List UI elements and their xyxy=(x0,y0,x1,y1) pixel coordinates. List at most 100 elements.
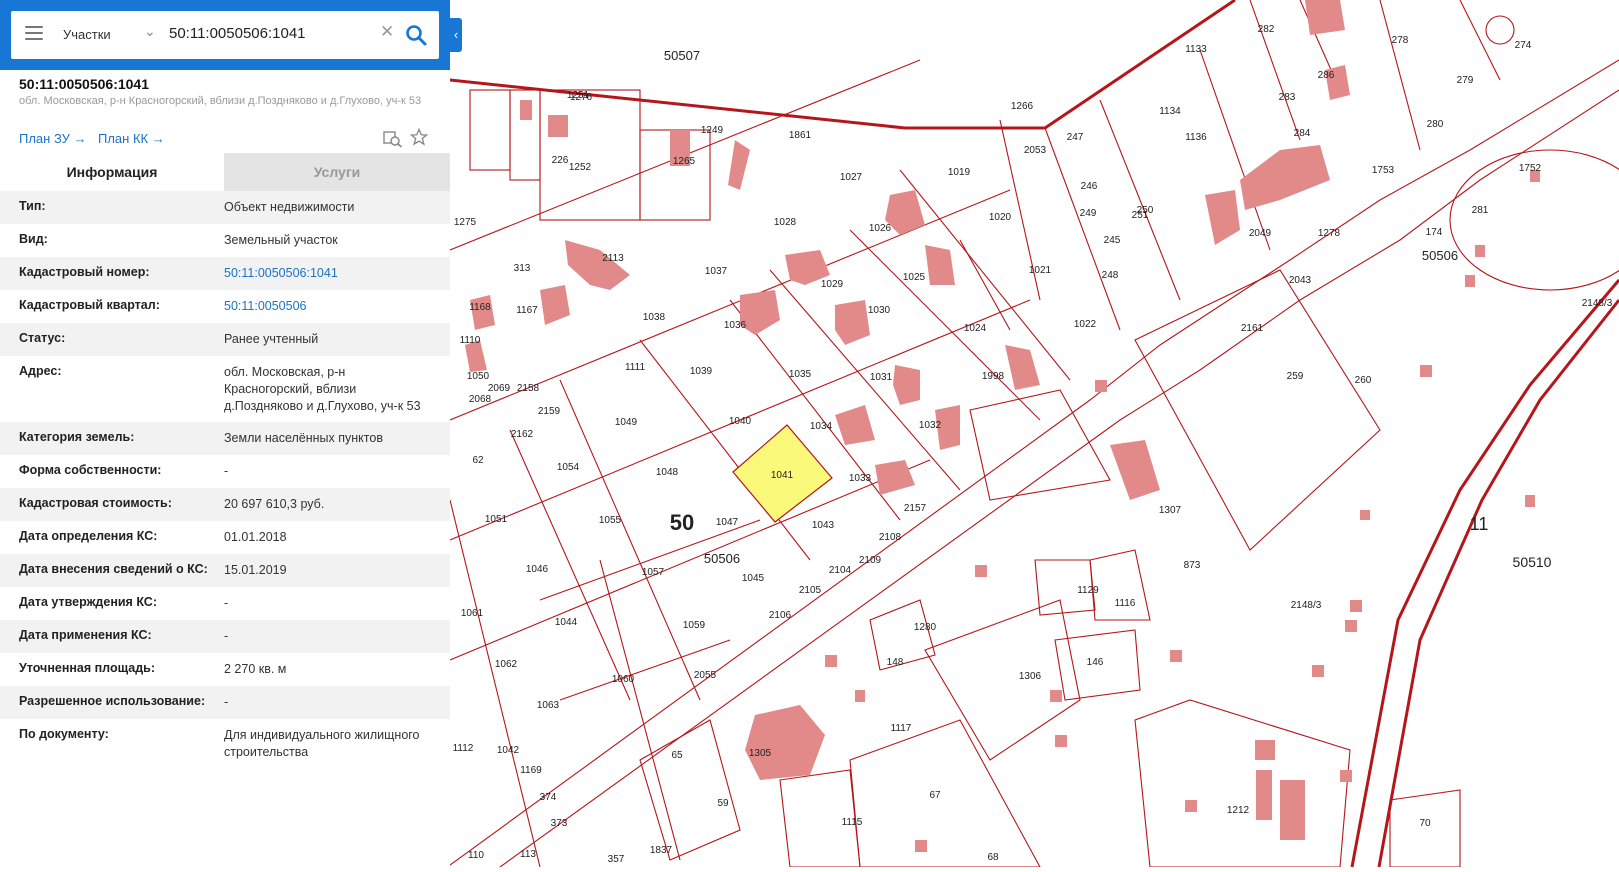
plot-label: 1136 xyxy=(1185,132,1207,143)
zoom-to-object-icon[interactable] xyxy=(383,130,403,153)
plot-label: 226 xyxy=(552,155,569,166)
plot-label: 313 xyxy=(514,263,531,274)
plot-label: 1035 xyxy=(789,369,812,380)
plot-label: 249 xyxy=(1080,208,1097,219)
row-kind: Вид: Земельный участок xyxy=(0,224,450,257)
search-type-select[interactable]: Участки xyxy=(63,27,111,42)
plan-kk-link[interactable]: План КК → xyxy=(98,131,165,146)
plot-label: 373 xyxy=(551,818,568,829)
row-label: Дата внесения сведений о КС: xyxy=(19,562,208,576)
row-value: обл. Московская, р-н Красногорский, вбли… xyxy=(224,365,421,413)
plot-label: 1059 xyxy=(683,620,706,631)
plot-label: 1043 xyxy=(812,520,835,531)
row-label: Адрес: xyxy=(19,364,62,378)
menu-icon[interactable] xyxy=(25,26,43,42)
object-address: обл. Московская, р-н Красногорский, вбли… xyxy=(19,95,422,107)
plot-label: 1019 xyxy=(948,167,971,178)
plot-label: 280 xyxy=(1427,119,1444,130)
cadastral-map[interactable]: 1041 1040 1034 1033 1043 1047 1048 1049 1054 1055… xyxy=(449,0,1619,868)
plot-label: 1753 xyxy=(1372,165,1395,176)
plot-label: 1051 xyxy=(485,514,508,525)
row-value: Земли населённых пунктов xyxy=(224,431,383,445)
tabs: Информация Услуги xyxy=(0,153,450,191)
plot-label: 1054 xyxy=(557,462,580,473)
plot-label: 1115 xyxy=(842,817,863,828)
row-label: По документу: xyxy=(19,727,109,741)
row-value: Ранее учтенный xyxy=(224,332,319,346)
plot-label: 1030 xyxy=(868,305,891,316)
plot-label: 2148/3 xyxy=(1582,298,1613,309)
plot-label: 62 xyxy=(472,455,484,466)
plot-label: 259 xyxy=(1287,371,1304,382)
close-icon[interactable]: ✕ xyxy=(380,22,394,42)
plot-label: 1752 xyxy=(1519,163,1542,174)
row-label: Дата применения КС: xyxy=(19,628,152,642)
plot-label: 2043 xyxy=(1289,275,1312,286)
plot-label: 246 xyxy=(1081,181,1098,192)
plot-label: 1026 xyxy=(869,223,892,234)
plot-label: 1252 xyxy=(569,162,592,173)
plot-label: 248 xyxy=(1102,270,1119,281)
plot-label: 1169 xyxy=(520,765,542,776)
top-bar: Участки ⌄ ✕ xyxy=(0,0,450,70)
plot-label: 110 xyxy=(468,850,484,861)
plot-label: 279 xyxy=(1457,75,1474,86)
plot-label: 1134 xyxy=(1159,106,1181,117)
row-value: 15.01.2019 xyxy=(224,563,287,577)
plot-label: 1861 xyxy=(789,130,812,141)
search-icon[interactable] xyxy=(404,23,428,47)
plot-label: 1028 xyxy=(774,217,797,228)
cadastral-quarter-link[interactable]: 50:11:0050506 xyxy=(224,298,434,315)
row-label: Кадастровый квартал: xyxy=(19,298,160,312)
plot-label: 67 xyxy=(929,790,941,801)
plot-label: 2148/3 xyxy=(1291,600,1322,611)
info-panel: Участки ⌄ ✕ 50:11:0050506:1041 обл. Моск… xyxy=(0,0,450,867)
plot-label: 1265 xyxy=(673,156,696,167)
plot-label: 873 xyxy=(1184,560,1201,571)
row-type: Тип: Объект недвижимости xyxy=(0,191,450,224)
plot-label: 1307 xyxy=(1159,505,1182,516)
plot-label: 357 xyxy=(608,854,625,865)
row-value: Объект недвижимости xyxy=(224,200,355,214)
plot-label: 278 xyxy=(1392,35,1409,46)
plot-label: 1037 xyxy=(705,266,728,277)
plot-label: 2069 xyxy=(488,383,511,394)
star-icon[interactable] xyxy=(409,127,429,151)
row-area: Уточненная площадь: 2 270 кв. м xyxy=(0,653,450,686)
row-value-entry-date: Дата внесения сведений о КС: 15.01.2019 xyxy=(0,554,450,587)
plot-label: 70 xyxy=(1419,818,1431,829)
chevron-down-icon[interactable]: ⌄ xyxy=(144,23,156,40)
plot-label: 1050 xyxy=(467,371,490,382)
row-label: Кадастровый номер: xyxy=(19,265,150,279)
plot-label: 2104 xyxy=(829,565,852,576)
plan-zu-link[interactable]: План ЗУ → xyxy=(19,131,87,146)
cadastral-number-link[interactable]: 50:11:0050506:1041 xyxy=(224,265,434,282)
row-label: Дата утверждения КС: xyxy=(19,595,157,609)
row-address: Адрес: обл. Московская, р-н Красногорский… xyxy=(0,356,450,422)
plot-label: 2109 xyxy=(859,555,882,566)
plot-label: 1063 xyxy=(537,700,560,711)
plot-label: 1032 xyxy=(919,420,942,431)
plot-label: 1036 xyxy=(724,320,747,331)
search-input[interactable] xyxy=(169,25,354,42)
plot-label: 1111 xyxy=(625,362,645,373)
search-box: Участки ⌄ ✕ xyxy=(11,11,439,59)
plot-label: 1998 xyxy=(982,371,1005,382)
info-table: Тип: Объект недвижимости Вид: Земельный уч… xyxy=(0,191,450,769)
plot-label: 1276 xyxy=(570,92,593,103)
row-permitted-use: Разрешенное использование: - xyxy=(0,686,450,719)
collapse-panel-button[interactable]: ‹ xyxy=(450,18,462,52)
row-status: Статус: Ранее учтенный xyxy=(0,323,450,356)
plot-label: 146 xyxy=(1087,657,1104,668)
row-label: Разрешенное использование: xyxy=(19,694,206,708)
tab-information[interactable]: Информация xyxy=(0,153,224,191)
plot-label: 1062 xyxy=(495,659,518,670)
plot-label: 283 xyxy=(1279,92,1296,103)
plot-label: 2157 xyxy=(904,503,927,514)
plot-label: 1045 xyxy=(742,573,765,584)
plot-label: 1055 xyxy=(599,515,622,526)
tab-services[interactable]: Услуги xyxy=(224,153,450,191)
plot-label: 1275 xyxy=(454,217,477,228)
row-value: Для индивидуального жилищного строительс… xyxy=(224,728,420,759)
row-value-application-date: Дата применения КС: - xyxy=(0,620,450,653)
